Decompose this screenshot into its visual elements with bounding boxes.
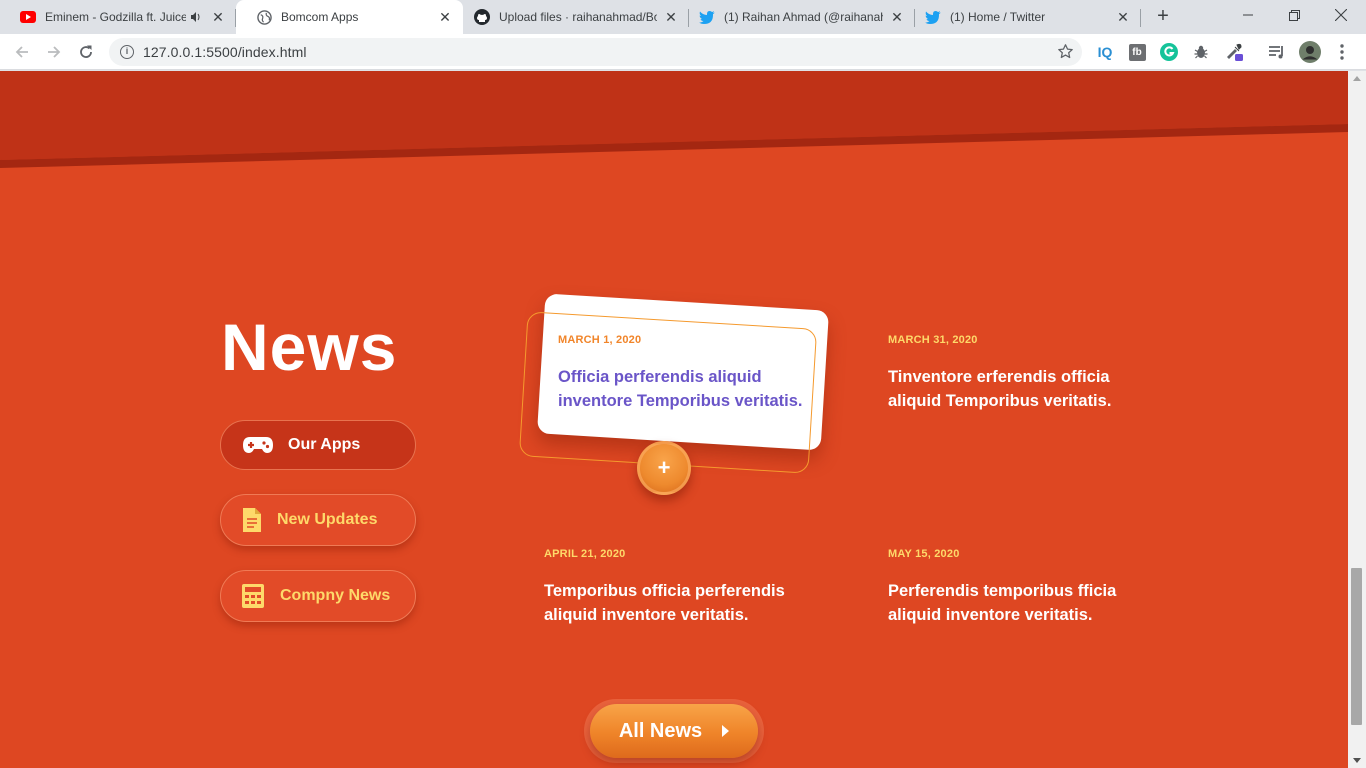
minimize-icon[interactable]	[1225, 0, 1271, 30]
close-icon[interactable]: ✕	[1115, 9, 1131, 25]
media-control-icon[interactable]	[1267, 42, 1287, 62]
tab-title: (1) Home / Twitter	[950, 10, 1046, 24]
menu-dots-icon[interactable]	[1332, 42, 1352, 62]
all-news-button-halo: All News	[584, 699, 764, 763]
avatar[interactable]	[1299, 41, 1321, 63]
globe-icon	[256, 9, 272, 25]
close-icon[interactable]: ✕	[210, 9, 226, 25]
address-bar[interactable]: i 127.0.0.1:5500/index.html	[109, 38, 1082, 66]
youtube-icon	[20, 9, 36, 25]
forward-arrow-icon[interactable]	[42, 40, 66, 64]
expand-button[interactable]: +	[637, 441, 691, 495]
tab-strip: Eminem - Godzilla ft. Juice ✕ Bomcom App…	[0, 0, 1366, 34]
grammarly-icon[interactable]	[1159, 42, 1179, 62]
close-icon[interactable]: ✕	[663, 9, 679, 25]
new-updates-button[interactable]: New Updates	[220, 494, 416, 546]
twitter-icon	[699, 9, 715, 25]
tab-twitter-home[interactable]: (1) Home / Twitter ✕	[915, 0, 1141, 34]
tab-bomcom[interactable]: Bomcom Apps ✕	[236, 0, 463, 34]
iq-extension-icon[interactable]: IQ	[1095, 42, 1115, 62]
news-text[interactable]: Officia perferendis aliquid inventore Te…	[558, 365, 808, 413]
tab-title: (1) Raihan Ahmad (@raihanah	[724, 10, 883, 24]
tab-title: Bomcom Apps	[281, 10, 359, 24]
star-icon[interactable]	[1057, 43, 1074, 65]
all-news-label: All News	[618, 719, 703, 742]
scroll-thumb[interactable]	[1351, 568, 1362, 725]
tab-youtube[interactable]: Eminem - Godzilla ft. Juice ✕	[0, 0, 236, 34]
document-icon	[236, 508, 268, 532]
eyedropper-extension-icon[interactable]	[1224, 42, 1244, 62]
restore-icon[interactable]	[1271, 0, 1317, 30]
speaker-icon[interactable]	[190, 11, 204, 23]
tab-github[interactable]: Upload files · raihanahmad/Bo ✕	[463, 0, 689, 34]
company-news-button[interactable]: Compny News	[220, 570, 416, 622]
news-date: MAY 15, 2020	[888, 548, 960, 560]
news-date: MARCH 1, 2020	[558, 334, 642, 346]
news-text[interactable]: Temporibus officia perferendis aliquid i…	[544, 579, 804, 627]
github-icon	[474, 9, 490, 25]
caret-right-icon	[722, 725, 730, 737]
gamepad-icon	[242, 436, 274, 454]
tab-title: Upload files · raihanahmad/Bo	[499, 10, 657, 24]
new-updates-label: New Updates	[277, 511, 378, 528]
tab-title: Eminem - Godzilla ft. Juice	[45, 10, 186, 24]
calculator-icon	[237, 584, 269, 608]
bug-extension-icon[interactable]	[1191, 42, 1211, 62]
our-apps-label: Our Apps	[288, 436, 361, 453]
page-scrollbar[interactable]	[1348, 71, 1366, 768]
back-arrow-icon[interactable]	[10, 40, 34, 64]
url-text[interactable]: 127.0.0.1:5500/index.html	[143, 44, 307, 60]
news-text[interactable]: Perferendis temporibus fficia aliquid in…	[888, 579, 1148, 627]
twitter-icon	[925, 9, 941, 25]
info-icon[interactable]: i	[120, 45, 134, 59]
close-icon[interactable]: ✕	[437, 9, 453, 25]
tab-separator	[1140, 9, 1141, 27]
tab-twitter-profile[interactable]: (1) Raihan Ahmad (@raihanah ✕	[689, 0, 915, 34]
company-news-label: Compny News	[280, 587, 391, 604]
news-date: APRIL 21, 2020	[544, 548, 626, 560]
close-window-icon[interactable]	[1318, 0, 1364, 30]
all-news-button[interactable]: All News	[590, 704, 758, 758]
our-apps-button[interactable]: Our Apps	[220, 420, 416, 470]
reload-icon[interactable]	[74, 40, 98, 64]
page-viewport: News Our Apps New Updates Compny News MA…	[0, 71, 1348, 768]
scroll-up-icon[interactable]	[1353, 76, 1361, 81]
page-title: News	[221, 310, 398, 384]
news-date: MARCH 31, 2020	[888, 334, 978, 346]
browser-toolbar: i 127.0.0.1:5500/index.html IQ fb	[0, 34, 1366, 70]
scroll-down-icon[interactable]	[1353, 758, 1361, 763]
news-text[interactable]: Tinventore erferendis officia aliquid Te…	[888, 365, 1148, 413]
new-tab-button[interactable]: +	[1152, 5, 1174, 27]
fb-extension-icon[interactable]: fb	[1127, 42, 1147, 62]
close-icon[interactable]: ✕	[889, 9, 905, 25]
